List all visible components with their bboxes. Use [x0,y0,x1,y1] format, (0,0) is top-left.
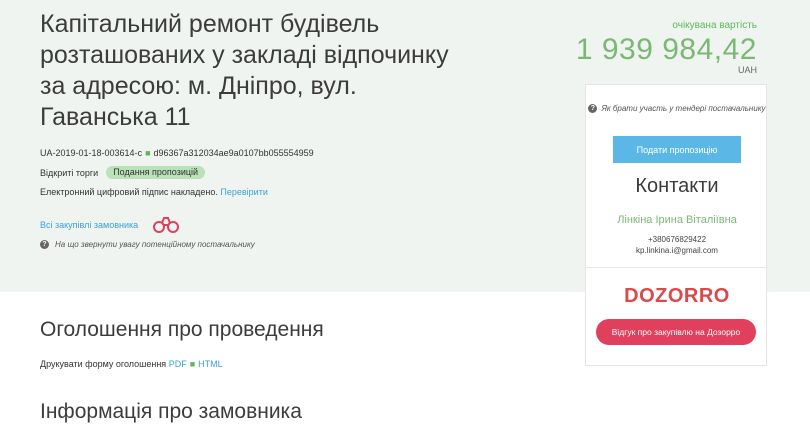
price-label: очікувана вартість [672,20,757,31]
signature-row: Електронний цифровий підпис накладено. П… [40,187,268,197]
contacts-title: Контакти [635,175,719,197]
price-currency: UAH [737,65,757,75]
print-html-link[interactable]: HTML [198,359,223,369]
contact-email: kp.linkina.i@gmail.com [636,246,718,255]
attention-note-text: На що звернути увагу потенційному постач… [55,240,255,249]
tender-hash: d96367a312034ae9a0107bb055554959 [153,148,314,158]
verify-signature-link[interactable]: Перевірити [220,187,267,197]
all-purchases-link[interactable]: Всі закупівлі замовника [40,220,138,230]
print-row: Друкувати форму оголошення PDF ■ HTML [40,359,223,369]
tender-identifiers: UA-2019-01-18-003614-c ■ d96367a312034ae9a… [40,148,314,158]
procedure-row: Відкриті торги Подання пропозицій [40,166,206,179]
tender-title: Капітальний ремонт будівель розташованих… [40,10,449,131]
signature-text: Електронний цифровий підпис накладено. [40,187,218,197]
side-panel: ? Як брати участь у тендері постачальнику… [585,84,768,366]
contact-phone: +380676829422 [647,235,707,244]
attention-note[interactable]: ? На що звернути увагу потенційному пост… [40,240,255,249]
submit-offer-button[interactable]: Подати пропозицію [613,136,741,163]
dozorro-logo: DOZORRO [624,285,730,307]
dozorro-feedback-button[interactable]: Відгук про закупівлю на Дозорро [596,319,756,345]
how-to-participate-text: Як брати участь у тендері постачальнику [601,104,766,113]
separator-dot: ■ [145,148,151,158]
procedure-type: Відкриті торги [40,167,99,178]
customer-info-title: Інформація про замовника [40,400,302,423]
all-purchases-row: Всі закупівлі замовника [40,216,180,234]
print-pdf-link[interactable]: PDF [169,359,187,369]
question-icon: ? [40,240,49,249]
print-label: Друкувати форму оголошення [40,359,167,369]
contact-name: Лінкіна Ірина Віталіївна [617,214,737,226]
status-badge: Подання пропозицій [106,166,206,179]
binoculars-icon[interactable] [152,216,180,234]
announcement-title: Оголошення про проведення [40,318,324,341]
tender-id: UA-2019-01-18-003614-c [40,148,143,158]
price-amount: 1 939 984,42 [575,33,757,66]
separator-dot: ■ [189,359,196,369]
question-icon: ? [588,104,598,114]
how-to-participate[interactable]: ? Як брати участь у тендері постачальнику [586,102,768,115]
panel-divider [586,267,768,268]
